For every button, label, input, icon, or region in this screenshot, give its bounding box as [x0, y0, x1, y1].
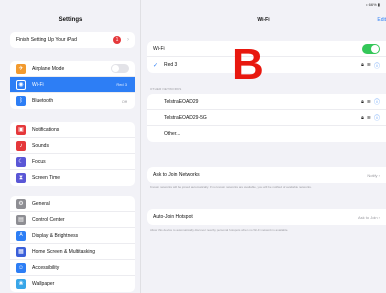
lock-icon: 🔒︎	[361, 62, 364, 68]
sidebar-item-sounds[interactable]: ♪ Sounds	[10, 138, 135, 154]
sidebar-item-wifi[interactable]: ◉ Wi-Fi Red 3	[10, 77, 135, 93]
sidebar-item-label: Accessibility	[32, 264, 60, 271]
notification-badge: 1	[113, 36, 121, 44]
sidebar-item-label: Bluetooth	[32, 98, 54, 104]
airplane-icon: ✈	[16, 63, 26, 74]
edit-button[interactable]: Edit	[377, 17, 386, 23]
setup-card[interactable]: Finish Setting Up Your iPad 1 ›	[10, 32, 135, 48]
sidebar-item-label: Screen Time	[32, 175, 61, 181]
network-name: TelstraEOAD29	[164, 98, 199, 105]
bluetooth-icon: ᛒ	[16, 96, 26, 106]
home-screen-icon: ▦	[16, 246, 26, 257]
lock-icon: 🔒︎	[361, 114, 364, 121]
sidebar-item-label: Notifications	[32, 126, 60, 133]
speaker-icon: ♪	[16, 140, 26, 151]
wifi-label: Wi-Fi	[153, 45, 165, 52]
display-icon: A	[16, 230, 26, 241]
network-status-icons: 🔒︎ ≋ ⓘ	[361, 113, 380, 123]
sidebar-item-label: Airplane Mode	[32, 65, 65, 72]
sidebar-item-general[interactable]: ⚙ General	[10, 196, 135, 212]
sidebar-item-wallpaper[interactable]: ❀ Wallpaper	[10, 276, 135, 292]
moon-icon: ☾	[16, 156, 26, 167]
sidebar-title: Settings	[58, 17, 83, 23]
finish-setup-row[interactable]: Finish Setting Up Your iPad 1 ›	[10, 32, 135, 48]
wifi-signal-icon: ≋	[366, 62, 371, 68]
sidebar-group-connectivity: ✈ Airplane Mode ◉ Wi-Fi Red 3 ᛒ Bluetoot…	[10, 61, 135, 109]
wifi-value: Red 3	[116, 82, 127, 87]
info-icon[interactable]: ⓘ	[374, 97, 380, 106]
sidebar-item-accessibility[interactable]: ☺ Accessibility	[10, 260, 135, 276]
sidebar-item-label: Wallpaper	[32, 281, 55, 287]
network-name: TelstraEOAD29-5G	[164, 114, 207, 121]
wifi-toggle[interactable]	[362, 43, 380, 54]
network-row[interactable]: TelstraEOAD29-5G 🔒︎ ≋ ⓘ	[147, 110, 386, 126]
sidebar-item-label: Focus	[32, 158, 46, 165]
finish-setup-label: Finish Setting Up Your iPad	[16, 37, 77, 43]
gear-icon: ⚙	[16, 198, 26, 209]
ask-to-join-footnote: Known networks will be joined automatica…	[150, 185, 312, 189]
overlay-letter-b: B	[232, 40, 264, 89]
sidebar-item-label: Home Screen & Multitasking	[32, 248, 96, 255]
sidebar-item-airplane-mode[interactable]: ✈ Airplane Mode	[10, 61, 135, 77]
auto-join-value: Ask to Join ›	[357, 214, 380, 220]
connected-network-name: Red 3	[164, 62, 178, 68]
sidebar-item-notifications[interactable]: ▣ Notifications	[10, 122, 135, 138]
info-icon[interactable]: ⓘ	[374, 61, 380, 70]
settings-sidebar: Settings Finish Setting Up Your iPad 1 ›…	[0, 0, 141, 293]
page-title: Wi-Fi	[257, 17, 270, 23]
other-networks-label: OTHER NETWORKS	[150, 87, 182, 91]
sidebar-group-notifications: ▣ Notifications ♪ Sounds ☾ Focus ⧗ Scree…	[10, 122, 135, 186]
auto-join-footnote: Allow this device to automatically disco…	[150, 228, 289, 232]
ask-to-join-label: Ask to Join Networks	[153, 172, 200, 178]
notifications-icon: ▣	[16, 124, 26, 135]
wifi-toggle-row: Wi-Fi	[147, 41, 386, 57]
networks-card: TelstraEOAD29 🔒︎ ≋ ⓘ TelstraEOAD29-5G 🔒︎…	[147, 94, 386, 142]
wifi-signal-icon: ≋	[366, 98, 371, 105]
sidebar-item-bluetooth[interactable]: ᛒ Bluetooth Off	[10, 93, 135, 109]
ask-to-join-row[interactable]: Ask to Join Networks Notify ›	[147, 167, 386, 183]
hourglass-icon: ⧗	[16, 173, 26, 183]
sidebar-item-control-center[interactable]: ▤ Control Center	[10, 212, 135, 228]
ask-to-join-value: Notify ›	[367, 172, 380, 178]
sidebar-item-label: Wi-Fi	[32, 81, 44, 88]
auto-join-card: Auto-Join Hotspot Ask to Join ›	[147, 209, 386, 225]
wifi-card: Wi-Fi ✓ Red 3 🔒︎ ≋ ⓘ	[147, 41, 386, 73]
other-network-label: Other...	[164, 131, 181, 137]
network-status-icons: 🔒︎ ≋ ⓘ	[361, 97, 380, 107]
lock-icon: 🔒︎	[361, 98, 364, 105]
sidebar-item-label: General	[32, 200, 50, 207]
sidebar-item-screen-time[interactable]: ⧗ Screen Time	[10, 170, 135, 186]
sidebar-item-label: Control Center	[32, 216, 65, 223]
ask-join-card: Ask to Join Networks Notify ›	[147, 167, 386, 183]
wifi-signal-icon: ≋	[366, 114, 371, 121]
accessibility-icon: ☺	[16, 262, 26, 273]
detail-header: Wi-Fi Edit	[141, 0, 386, 32]
sidebar-item-label: Sounds	[32, 142, 49, 149]
info-icon[interactable]: ⓘ	[374, 113, 380, 122]
sidebar-item-label: Display & Brightness	[32, 232, 79, 239]
wallpaper-icon: ❀	[16, 279, 26, 289]
chevron-right-icon: ›	[127, 37, 129, 43]
connected-network-row[interactable]: ✓ Red 3 🔒︎ ≋ ⓘ	[147, 57, 386, 73]
sidebar-item-display-brightness[interactable]: A Display & Brightness	[10, 228, 135, 244]
auto-join-label: Auto-Join Hotspot	[153, 214, 193, 220]
airplane-mode-toggle[interactable]	[111, 64, 129, 73]
control-center-icon: ▤	[16, 214, 26, 225]
network-status-icons: 🔒︎ ≋ ⓘ	[361, 61, 380, 70]
checkmark-icon: ✓	[153, 62, 159, 69]
wifi-icon: ◉	[16, 79, 26, 90]
other-network-row[interactable]: Other...	[147, 126, 386, 142]
network-row[interactable]: TelstraEOAD29 🔒︎ ≋ ⓘ	[147, 94, 386, 110]
bluetooth-value: Off	[121, 98, 127, 104]
auto-join-row[interactable]: Auto-Join Hotspot Ask to Join ›	[147, 209, 386, 225]
sidebar-item-focus[interactable]: ☾ Focus	[10, 154, 135, 170]
sidebar-item-home-screen[interactable]: ▦ Home Screen & Multitasking	[10, 244, 135, 260]
sidebar-group-system: ⚙ General ▤ Control Center A Display & B…	[10, 196, 135, 292]
